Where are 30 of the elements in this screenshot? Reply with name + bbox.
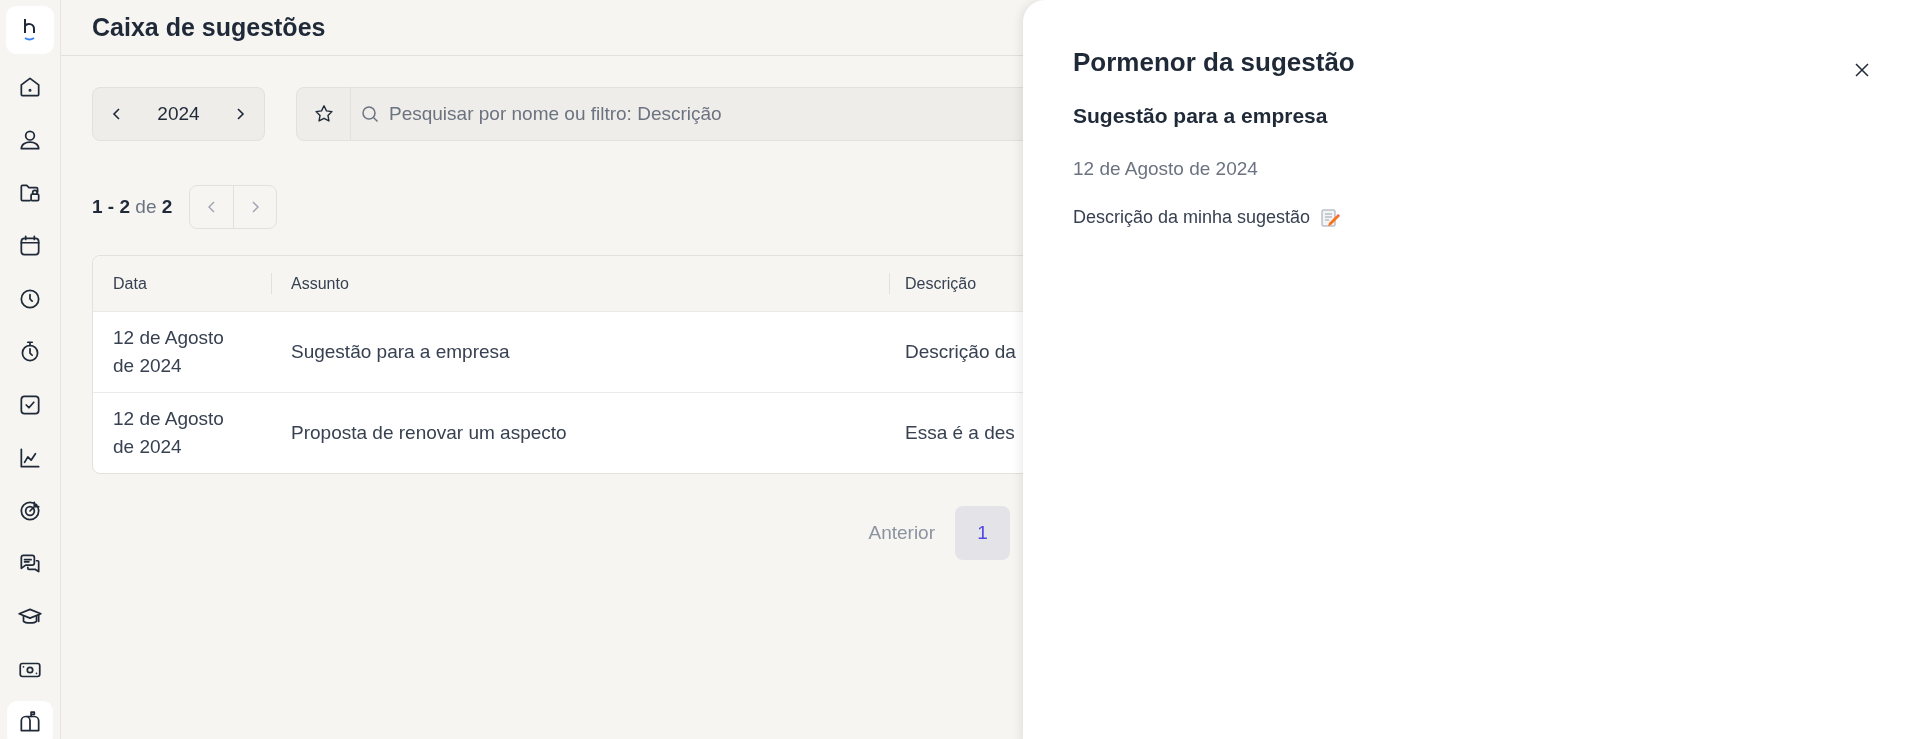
close-button[interactable]	[1854, 62, 1870, 78]
search-field[interactable]: Pesquisar por nome ou filtro: Descrição	[351, 87, 1023, 141]
previous-page-link[interactable]: Anterior	[868, 522, 935, 544]
table-cell-text: Descrição da	[905, 340, 1016, 364]
favorite-button[interactable]	[296, 87, 351, 141]
column-header: Descrição	[905, 273, 977, 294]
calendar-icon	[17, 233, 43, 259]
page-title: Caixa de sugestões	[92, 13, 326, 42]
suggestion-date: 12 de Agosto de 2024	[1073, 158, 1259, 180]
suggestion-subject: Sugestão para a empresa	[1073, 104, 1329, 128]
page-button[interactable]: 1	[955, 506, 1010, 560]
search-input[interactable]: Pesquisar por nome ou filtro: Descrição	[387, 102, 1023, 126]
year-value: 2024	[157, 103, 200, 125]
star-icon	[312, 103, 335, 125]
memo-icon	[1320, 207, 1341, 228]
table-cell-text: Sugestão para a empresa	[291, 340, 510, 364]
close-icon	[1854, 62, 1870, 78]
search-icon	[361, 105, 379, 123]
column-header: Assunto	[291, 273, 349, 294]
app-logo[interactable]	[6, 6, 54, 54]
result-range: 1 - 2 de 2	[92, 196, 173, 218]
table-cell-text: 12 de Agosto de 2024	[113, 407, 225, 459]
table-cell-text: Proposta de renovar um aspecto	[291, 421, 567, 445]
column-header: Data	[113, 273, 147, 294]
table-cell-text: 12 de Agosto de 2024	[113, 326, 225, 378]
table-cell-text: Essa é a des	[905, 421, 1015, 445]
suggestion-description: Descrição da minha sugestão	[1073, 207, 1311, 228]
nav-item[interactable]	[7, 701, 53, 739]
panel-title: Pormenor da sugestão	[1073, 46, 1355, 78]
check-icon	[17, 392, 43, 418]
